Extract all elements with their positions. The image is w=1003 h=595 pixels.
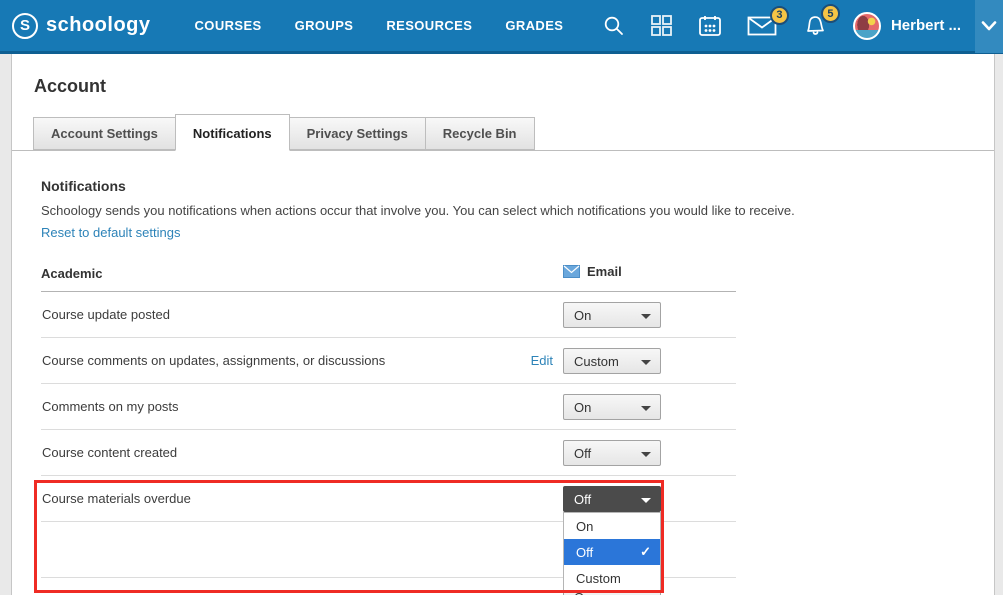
messages-badge: 3 xyxy=(770,6,789,25)
tab-privacy-settings[interactable]: Privacy Settings xyxy=(289,117,426,150)
apps-grid-icon[interactable] xyxy=(650,14,673,37)
messages-icon[interactable]: 3 xyxy=(747,15,777,37)
top-navbar: S schoology COURSES GROUPS RESOURCES GRA… xyxy=(0,0,1003,54)
table-header-row: Academic Email xyxy=(41,266,736,292)
dropdown-options-menu: On Off ✓ Custom xyxy=(563,512,661,592)
tab-recycle-bin[interactable]: Recycle Bin xyxy=(425,117,535,150)
dropdown-arrow-icon xyxy=(641,452,651,457)
notifications-badge: 5 xyxy=(821,4,840,23)
navbar-right-cluster: 3 5 Herbert ... xyxy=(603,0,1003,51)
course-content-created-dropdown[interactable]: Off xyxy=(563,440,661,466)
reset-to-default-link[interactable]: Reset to default settings xyxy=(41,225,180,240)
course-update-posted-dropdown[interactable]: On xyxy=(563,302,661,328)
calendar-icon[interactable] xyxy=(698,14,722,38)
row-label: Course content created xyxy=(41,445,177,460)
course-comments-dropdown[interactable]: Custom xyxy=(563,348,661,374)
brand-name: schoology xyxy=(46,14,151,37)
check-icon: ✓ xyxy=(640,544,651,560)
dropdown-value: On xyxy=(574,308,591,323)
email-header-label: Email xyxy=(587,264,622,279)
nav-item-courses[interactable]: COURSES xyxy=(195,18,262,33)
dropdown-value: Off xyxy=(574,446,591,461)
nav-item-grades[interactable]: GRADES xyxy=(505,18,563,33)
email-envelope-icon xyxy=(563,265,580,278)
table-row: Course comments on updates, assignments,… xyxy=(41,338,736,384)
tab-notifications[interactable]: Notifications xyxy=(175,114,290,151)
dropdown-value: Custom xyxy=(574,354,619,369)
schoology-logo-icon: S xyxy=(12,13,38,39)
row-label: Comments on my posts xyxy=(41,399,179,414)
dropdown-option-off[interactable]: Off ✓ xyxy=(564,539,660,565)
row-label: Course update posted xyxy=(41,307,170,322)
table-row: Course update posted On xyxy=(41,292,736,338)
table-row: Course materials overdue Off On Off ✓ Cu… xyxy=(41,476,736,522)
dropdown-value: On xyxy=(574,400,591,415)
page-title: Account xyxy=(12,54,994,97)
option-label: Off xyxy=(576,545,593,560)
dropdown-value: Off xyxy=(574,492,591,507)
row-label: Course materials overdue xyxy=(41,491,191,506)
notifications-bell-icon[interactable]: 5 xyxy=(802,13,828,38)
tab-account-settings[interactable]: Account Settings xyxy=(33,117,176,150)
comments-on-my-posts-dropdown[interactable]: On xyxy=(563,394,661,420)
table-row: Comments on my posts On xyxy=(41,384,736,430)
table-row: Course content created Off xyxy=(41,430,736,476)
annotated-region: Course materials overdue Off On Off ✓ Cu… xyxy=(41,476,736,578)
notifications-table: Academic Email Course update posted On C… xyxy=(41,266,736,595)
dropdown-arrow-icon xyxy=(641,360,651,365)
dropdown-arrow-icon xyxy=(641,406,651,411)
section-description: Schoology sends you notifications when a… xyxy=(41,203,994,218)
course-materials-overdue-dropdown[interactable]: Off xyxy=(563,486,661,512)
email-column-header: Email xyxy=(563,264,622,279)
account-tabs: Account Settings Notifications Privacy S… xyxy=(12,114,994,151)
group-header-academic: Academic xyxy=(41,266,102,281)
user-menu-chevron[interactable] xyxy=(975,0,1003,53)
dropdown-arrow-icon xyxy=(641,498,651,503)
dropdown-arrow-icon xyxy=(641,314,651,319)
user-avatar[interactable] xyxy=(853,12,881,40)
dropdown-option-on[interactable]: On xyxy=(564,513,660,539)
user-name[interactable]: Herbert ... xyxy=(891,17,961,34)
logo-letter: S xyxy=(20,17,30,34)
schoology-logo[interactable]: S schoology xyxy=(12,13,151,39)
search-icon[interactable] xyxy=(603,15,625,37)
notifications-section: Notifications Schoology sends you notifi… xyxy=(12,151,994,242)
nav-item-resources[interactable]: RESOURCES xyxy=(386,18,472,33)
content-panel: Account Account Settings Notifications P… xyxy=(11,54,995,595)
chevron-down-icon xyxy=(981,21,997,31)
section-heading: Notifications xyxy=(41,178,994,194)
dropdown-option-custom[interactable]: Custom xyxy=(564,565,660,591)
row-label: Course comments on updates, assignments,… xyxy=(41,353,385,368)
nav-item-groups[interactable]: GROUPS xyxy=(295,18,354,33)
edit-link[interactable]: Edit xyxy=(483,353,553,368)
main-nav: COURSES GROUPS RESOURCES GRADES xyxy=(195,18,564,33)
